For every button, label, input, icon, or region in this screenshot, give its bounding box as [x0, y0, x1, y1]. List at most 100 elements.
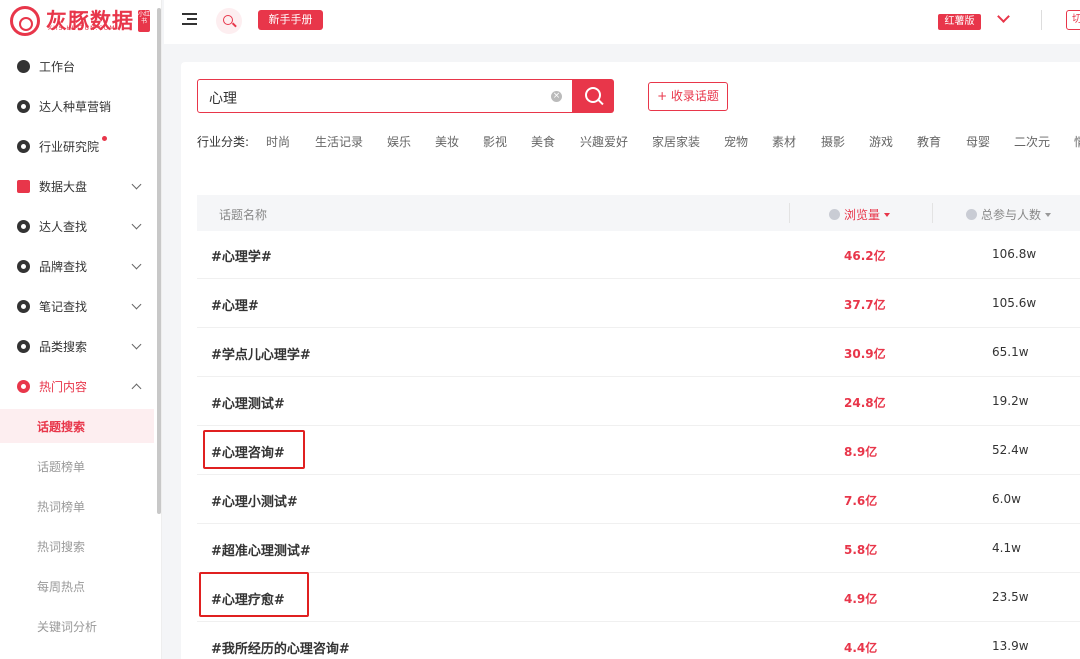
- chevron-down-icon: [131, 299, 142, 309]
- search-input[interactable]: 心理 ×: [197, 79, 573, 113]
- help-icon[interactable]: [829, 209, 840, 220]
- sidebar-item-influencer-search[interactable]: 达人查找: [0, 206, 160, 246]
- topic-name[interactable]: #心理学#: [211, 246, 272, 265]
- search-button[interactable]: [573, 79, 614, 113]
- table-row[interactable]: #超准心理测试# 5.8亿 4.1w: [197, 524, 1080, 573]
- topic-users: 105.6w: [992, 296, 1037, 310]
- newbie-guide-button[interactable]: 新手手册: [258, 10, 323, 30]
- table-row[interactable]: #心理疗愈# 4.9亿 23.5w: [197, 573, 1080, 622]
- logo-mark-icon: [10, 6, 40, 36]
- category-hobby[interactable]: 兴趣爱好: [580, 133, 628, 150]
- sidebar-subitem-hotword-ranking[interactable]: 热词榜单: [0, 489, 154, 523]
- category-entertainment[interactable]: 娱乐: [387, 133, 411, 150]
- chevron-down-icon[interactable]: [997, 10, 1010, 23]
- clear-icon[interactable]: ×: [551, 91, 562, 102]
- table-row[interactable]: #我所经历的心理咨询# 4.4亿 13.9w: [197, 622, 1080, 659]
- category-food[interactable]: 美食: [531, 133, 555, 150]
- sidebar-item-label: 笔记查找: [39, 299, 88, 314]
- sort-desc-icon: [884, 213, 891, 217]
- sidebar-item-workbench[interactable]: 工作台: [0, 46, 160, 86]
- header-users-sort[interactable]: 总参与人数: [966, 206, 1052, 223]
- table-row[interactable]: #心理小测试# 7.6亿 6.0w: [197, 475, 1080, 524]
- topic-views: 24.8亿: [844, 396, 886, 410]
- category-beauty[interactable]: 美妆: [435, 133, 459, 150]
- category-film[interactable]: 影视: [483, 133, 507, 150]
- topic-name[interactable]: #学点儿心理学#: [211, 344, 311, 363]
- fire-icon: [17, 379, 30, 393]
- search-icon[interactable]: [216, 8, 242, 34]
- table-header: 话题名称 浏览量 总参与人数: [197, 195, 1080, 231]
- sidebar-item-industry-research[interactable]: 行业研究院: [0, 126, 160, 166]
- topic-name[interactable]: #超准心理测试#: [211, 540, 311, 559]
- topic-users: 106.8w: [992, 247, 1037, 261]
- category-life[interactable]: 生活记录: [315, 133, 363, 150]
- category-maternal[interactable]: 母婴: [966, 133, 990, 150]
- topic-views: 7.6亿: [844, 494, 878, 508]
- sidebar: 灰豚数据 小红书 XHS.HUITUN.COM 工作台 达人种草营销 行业研究院…: [0, 0, 162, 659]
- highlight-box: [203, 430, 305, 469]
- sidebar-subitem-hotword-search[interactable]: 热词搜索: [0, 529, 154, 563]
- sidebar-subitem-topic-search[interactable]: 话题搜索: [0, 409, 154, 443]
- category-emotion[interactable]: 情: [1074, 133, 1080, 150]
- sidebar-item-label: 达人查找: [39, 219, 88, 234]
- sidebar-item-label: 品牌查找: [39, 259, 88, 274]
- topic-name[interactable]: #心理#: [211, 295, 259, 314]
- topic-users: 52.4w: [992, 443, 1029, 457]
- topic-name[interactable]: #我所经历的心理咨询#: [211, 638, 350, 657]
- table-row[interactable]: #心理咨询# 8.9亿 52.4w: [197, 426, 1080, 475]
- sidebar-item-brand-search[interactable]: 品牌查找: [0, 246, 160, 286]
- sidebar-item-influencer-marketing[interactable]: 达人种草营销: [0, 86, 160, 126]
- logo[interactable]: 灰豚数据 小红书: [10, 4, 150, 38]
- book-icon: [17, 139, 30, 153]
- sidebar-subitem-weekly-hot[interactable]: 每周热点: [0, 569, 154, 603]
- table-row[interactable]: #学点儿心理学# 30.9亿 65.1w: [197, 328, 1080, 377]
- topic-views: 4.9亿: [844, 592, 878, 606]
- divider: [932, 203, 933, 223]
- chevron-up-icon: [131, 383, 142, 393]
- category-acg[interactable]: 二次元: [1014, 133, 1050, 150]
- help-icon[interactable]: [966, 209, 977, 220]
- main-panel: 心理 × + 收录话题 行业分类: 时尚 生活记录 娱乐 美妆 影视 美食 兴趣…: [181, 62, 1080, 659]
- divider: [1041, 10, 1042, 30]
- category-material[interactable]: 素材: [772, 133, 796, 150]
- sidebar-item-label: 品类搜索: [39, 339, 88, 354]
- sidebar-item-category-search[interactable]: 品类搜索: [0, 326, 160, 366]
- sidebar-subitem-keyword-analysis[interactable]: 关键词分析: [0, 609, 154, 643]
- topic-views: 8.9亿: [844, 445, 878, 459]
- table-row[interactable]: #心理测试# 24.8亿 19.2w: [197, 377, 1080, 426]
- category-education[interactable]: 教育: [917, 133, 941, 150]
- menu-collapse-icon[interactable]: [182, 13, 197, 25]
- chevron-down-icon: [131, 259, 142, 269]
- version-badge[interactable]: 红薯版: [938, 14, 981, 30]
- sidebar-scrollbar[interactable]: [157, 8, 161, 514]
- sidebar-item-data-dashboard[interactable]: 数据大盘: [0, 166, 160, 206]
- sidebar-item-label: 达人种草营销: [39, 99, 112, 114]
- topic-users: 6.0w: [992, 492, 1021, 506]
- new-dot-badge: [102, 136, 107, 141]
- topic-users: 19.2w: [992, 394, 1029, 408]
- switch-button[interactable]: 切: [1066, 10, 1080, 30]
- sidebar-item-label: 工作台: [39, 59, 76, 74]
- sidebar-item-note-search[interactable]: 笔记查找: [0, 286, 160, 326]
- sidebar-item-hot-content[interactable]: 热门内容: [0, 366, 160, 406]
- sidebar-item-label: 行业研究院: [39, 139, 100, 154]
- category-games[interactable]: 游戏: [869, 133, 893, 150]
- search-person-icon: [17, 219, 30, 233]
- sidebar-subitem-topic-ranking[interactable]: 话题榜单: [0, 449, 154, 483]
- topic-name[interactable]: #心理测试#: [211, 393, 285, 412]
- category-pets[interactable]: 宠物: [724, 133, 748, 150]
- category-icon: [17, 339, 30, 353]
- collect-topic-button[interactable]: + 收录话题: [648, 82, 728, 111]
- category-label: 行业分类:: [197, 135, 250, 149]
- topic-views: 37.7亿: [844, 298, 886, 312]
- category-photography[interactable]: 摄影: [821, 133, 845, 150]
- table-row[interactable]: #心理# 37.7亿 105.6w: [197, 279, 1080, 328]
- topic-name[interactable]: #心理小测试#: [211, 491, 298, 510]
- header-views-sort[interactable]: 浏览量: [829, 206, 891, 223]
- topic-views: 46.2亿: [844, 249, 886, 263]
- header-topic-name: 话题名称: [219, 208, 268, 222]
- category-home[interactable]: 家居家装: [652, 133, 700, 150]
- category-fashion[interactable]: 时尚: [266, 133, 290, 150]
- table-row[interactable]: #心理学# 46.2亿 106.8w: [197, 230, 1080, 279]
- chart-icon: [17, 179, 30, 193]
